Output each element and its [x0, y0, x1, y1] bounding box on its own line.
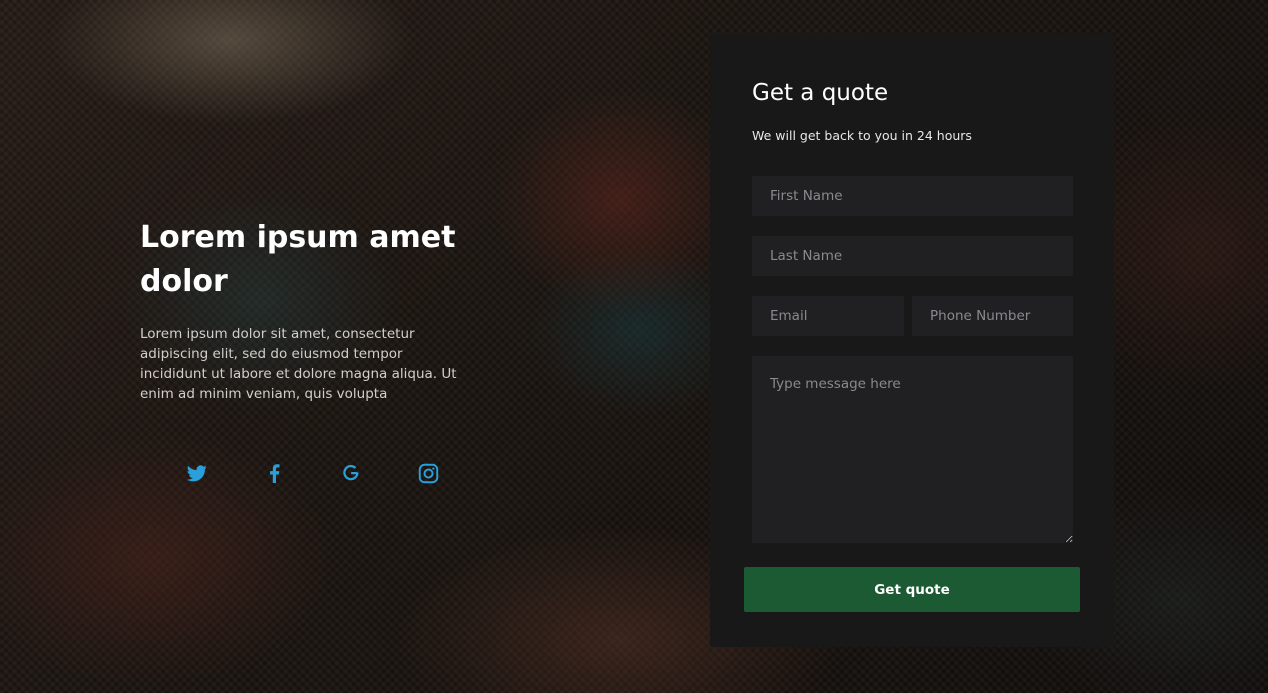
message-textarea[interactable]	[752, 356, 1073, 543]
google-icon[interactable]	[340, 462, 362, 484]
first-name-input[interactable]	[752, 176, 1073, 216]
hero-section: Lorem ipsum amet dolor Lorem ipsum dolor…	[140, 216, 470, 404]
last-name-input[interactable]	[752, 236, 1073, 276]
twitter-icon[interactable]	[186, 462, 208, 484]
facebook-icon[interactable]	[263, 462, 285, 484]
social-links	[186, 462, 439, 484]
quote-form-card: Get a quote We will get back to you in 2…	[710, 34, 1114, 647]
form-subtitle: We will get back to you in 24 hours	[752, 128, 972, 143]
email-input[interactable]	[752, 296, 904, 336]
quote-page: Lorem ipsum amet dolor Lorem ipsum dolor…	[0, 0, 1268, 693]
phone-number-input[interactable]	[912, 296, 1073, 336]
get-quote-button[interactable]: Get quote	[744, 567, 1080, 612]
instagram-icon[interactable]	[417, 462, 439, 484]
hero-headline: Lorem ipsum amet dolor	[140, 220, 456, 299]
hero-description: Lorem ipsum dolor sit amet, consectetur …	[140, 326, 457, 402]
form-title: Get a quote	[752, 80, 889, 106]
